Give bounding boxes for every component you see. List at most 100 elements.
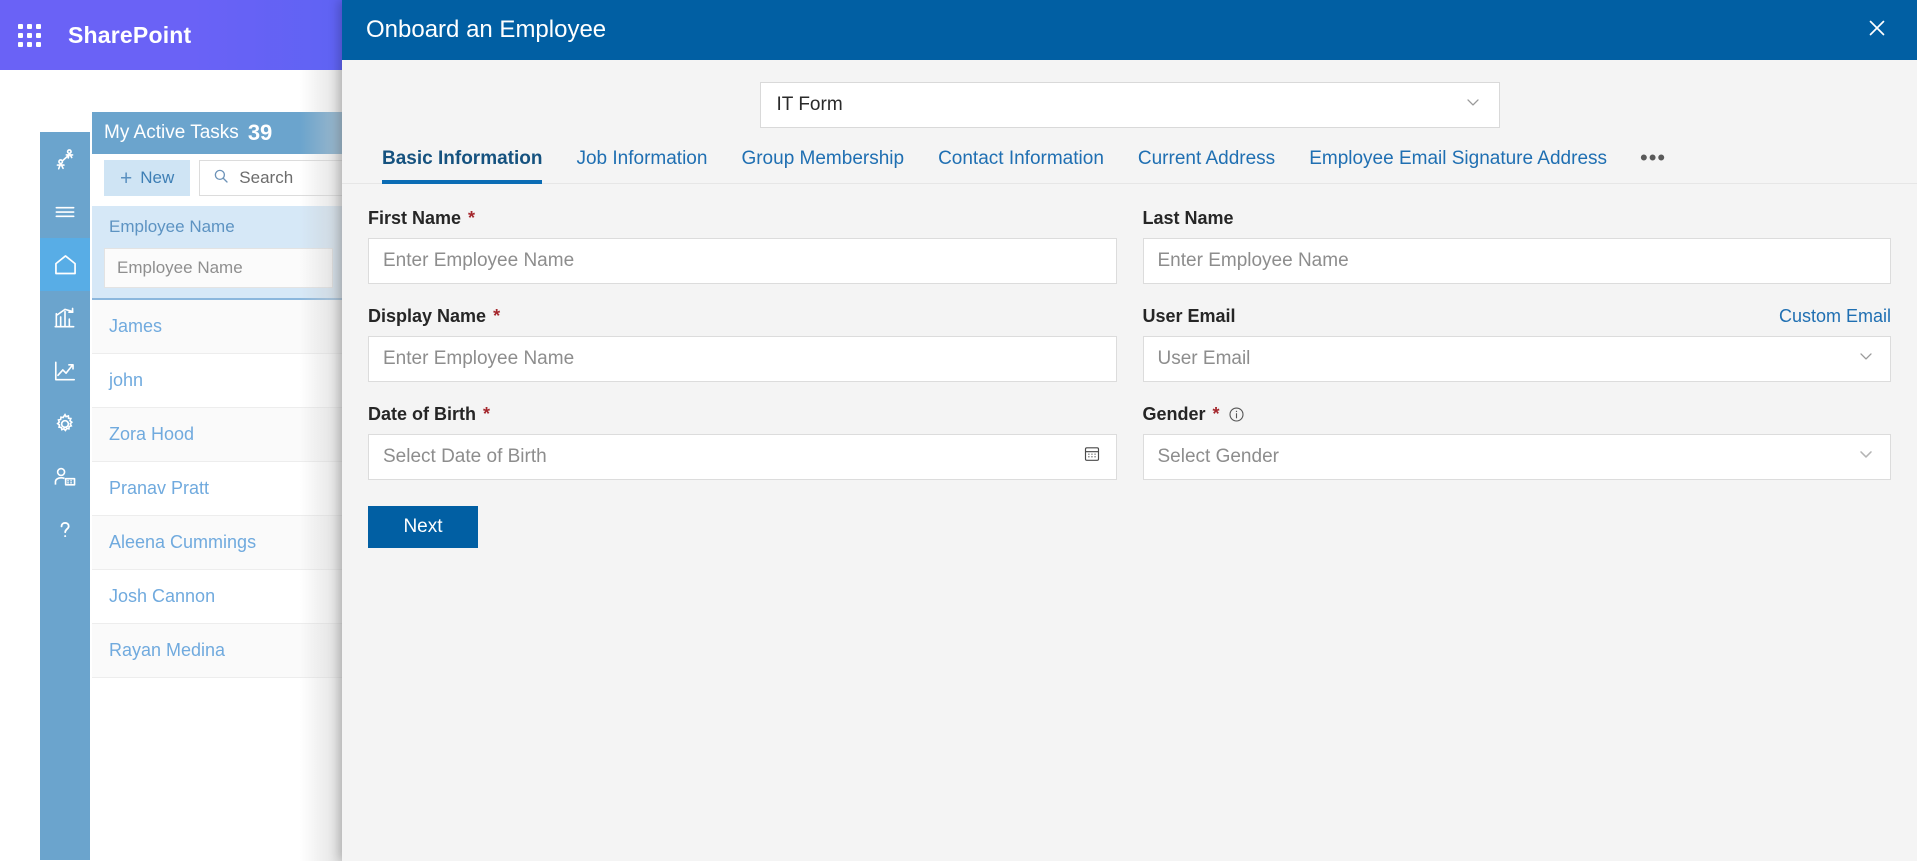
placeholder-text: Select Date of Birth [383,446,547,467]
info-circle-icon[interactable] [1227,405,1246,424]
chevron-down-icon [1856,346,1876,372]
tab-employee-email-signature-address[interactable]: Employee Email Signature Address [1292,144,1624,183]
dialog-body: IT Form Basic Information Job Information… [342,60,1917,861]
chevron-down-icon [1856,444,1876,470]
hamburger-menu-icon [52,199,78,225]
employee-row[interactable]: john [92,354,345,408]
sharepoint-brand[interactable]: SharePoint [68,22,191,49]
field-display-name: Display Name * Enter Employee Name [368,304,1117,382]
basic-information-form: First Name * Enter Employee Name Last Na… [342,184,1917,500]
employee-row[interactable]: James [92,300,345,354]
employee-row[interactable]: Pranav Pratt [92,462,345,516]
select-user-email[interactable]: User Email [1142,336,1891,382]
next-button[interactable]: Next [368,506,478,548]
field-first-name: First Name * Enter Employee Name [368,206,1117,284]
tabs-overflow-icon[interactable]: ••• [1624,147,1682,183]
label-row-display-name: Display Name * [368,304,1117,328]
left-icon-rail [40,132,90,860]
label-row-date-of-birth: Date of Birth * [368,402,1117,426]
label-last-name: Last Name [1143,208,1241,229]
sidebar-item-user-admin[interactable] [40,450,90,503]
task-list-count: 39 [247,120,273,145]
datepicker-date-of-birth[interactable]: Select Date of Birth [368,434,1117,480]
field-date-of-birth: Date of Birth * Select Date of Birth [368,402,1117,480]
search-icon [212,167,230,190]
required-marker: * [1212,403,1220,424]
sidebar-item-home[interactable] [40,238,90,291]
input-last-name[interactable]: Enter Employee Name [1142,238,1891,284]
screen: SharePoint My Active Tasks 39 + New Sear… [0,0,1917,861]
input-display-name[interactable]: Enter Employee Name [368,336,1117,382]
label-user-email: User Email [1143,306,1243,327]
sidebar-item-people-activity[interactable] [40,132,90,185]
tab-job-information[interactable]: Job Information [559,144,724,183]
suite-bar: SharePoint [0,0,345,70]
employee-row-name: Aleena Cummings [109,532,257,552]
field-user-email: User Email Custom Email User Email [1142,304,1892,382]
line-chart-icon [52,358,78,384]
label-row-last-name: Last Name [1143,206,1892,230]
label-date-of-birth: Date of Birth * [368,404,490,425]
form-type-select[interactable]: IT Form [759,82,1500,128]
tab-current-address[interactable]: Current Address [1121,144,1292,183]
new-item-button[interactable]: + New [104,160,191,196]
employee-row[interactable]: Aleena Cummings [92,516,345,570]
form-selector-row: IT Form [342,60,1917,128]
search-input[interactable]: Search [199,160,345,196]
task-list-header: My Active Tasks 39 [92,112,345,154]
form-actions: Next [342,500,1917,548]
close-button[interactable] [1855,8,1899,52]
employee-row-name: Rayan Medina [109,640,226,660]
close-icon [1865,16,1889,45]
label-first-name: First Name * [368,208,475,229]
sidebar-item-reports[interactable] [40,291,90,344]
employee-name-filter-input[interactable]: Employee Name [104,248,333,288]
employee-row-name: Pranav Pratt [109,478,210,498]
placeholder-text: User Email [1157,348,1251,369]
required-marker: * [468,207,476,228]
app-launcher-icon[interactable] [12,18,46,52]
column-header-employee-name[interactable]: Employee Name [92,206,345,248]
chevron-down-icon [1463,92,1483,118]
tab-basic-information[interactable]: Basic Information [368,144,559,184]
employee-rows: James john Zora Hood Pranav Pratt Aleena Cum… [92,300,345,678]
employee-row-name: James [109,316,163,336]
label-text: Gender [1142,403,1206,424]
label-gender: Gender * [1143,404,1246,425]
user-admin-icon [52,464,78,490]
home-icon [52,251,79,278]
label-row-first-name: First Name * [368,206,1117,230]
dialog-title: Onboard an Employee [366,16,607,43]
employee-row-name: Josh Cannon [109,586,216,606]
sidebar-item-menu[interactable] [40,185,90,238]
column-filter-row: Employee Name [92,248,345,298]
calendar-icon[interactable] [1082,444,1102,470]
new-item-label: New [140,168,175,187]
label-text: Display Name [368,305,487,326]
form-type-value: IT Form [776,94,843,115]
tab-group-membership[interactable]: Group Membership [724,144,921,183]
my-active-tasks-panel: My Active Tasks 39 + New Search Employee… [92,112,345,861]
select-gender[interactable]: Select Gender [1142,434,1891,480]
label-row-user-email: User Email Custom Email [1143,304,1892,328]
input-first-name[interactable]: Enter Employee Name [368,238,1117,284]
employee-row[interactable]: Josh Cannon [92,570,345,624]
label-text: Last Name [1142,207,1234,228]
label-text: User Email [1142,305,1236,326]
employee-row[interactable]: Rayan Medina [92,624,345,678]
tab-contact-information[interactable]: Contact Information [921,144,1121,183]
custom-email-link[interactable]: Custom Email [1779,306,1891,327]
field-gender: Gender * Select Gender [1142,402,1892,480]
employee-row-name: Zora Hood [109,424,195,444]
sidebar-item-settings[interactable] [40,397,90,450]
required-marker: * [493,305,501,326]
employee-row-name: john [109,370,144,390]
sidebar-item-analytics[interactable] [40,344,90,397]
employee-row[interactable]: Zora Hood [92,408,345,462]
search-placeholder: Search [239,168,294,187]
sidebar-item-help[interactable] [40,503,90,556]
label-display-name: Display Name * [368,306,500,327]
plus-icon: + [120,166,133,190]
label-text: Date of Birth [368,403,476,424]
label-row-gender: Gender * [1143,402,1892,426]
